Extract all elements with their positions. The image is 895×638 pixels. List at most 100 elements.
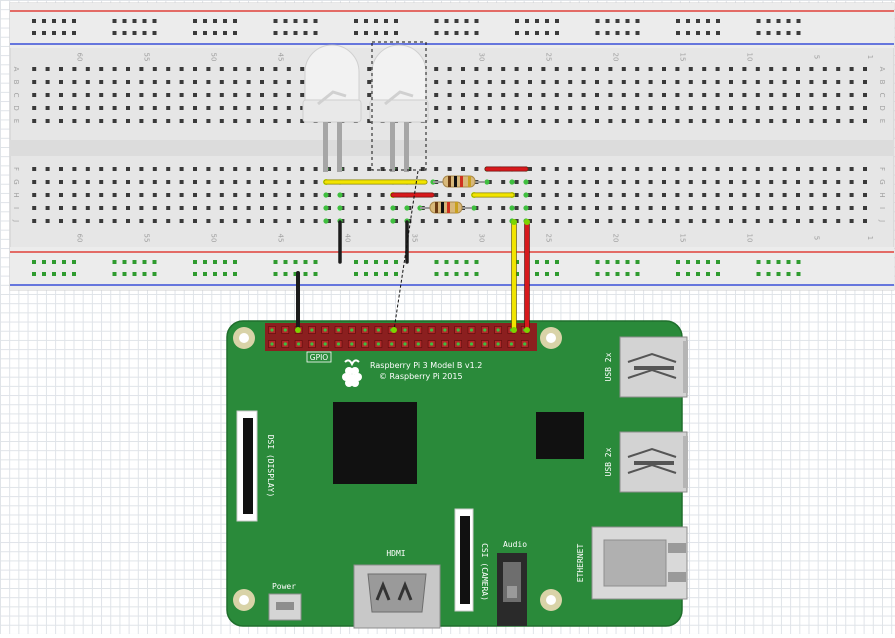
bottom-power-rail bbox=[10, 247, 894, 290]
breadboard-hole bbox=[688, 193, 693, 197]
breadboard-hole bbox=[246, 206, 251, 210]
rail-hole bbox=[223, 260, 227, 264]
breadboard-hole bbox=[286, 106, 291, 110]
breadboard-hole bbox=[313, 219, 318, 223]
rail-hole bbox=[535, 31, 539, 35]
breadboard-hole bbox=[568, 206, 573, 210]
breadboard-hole bbox=[72, 193, 77, 197]
breadboard-hole bbox=[554, 67, 559, 71]
breadboard-hole bbox=[260, 93, 264, 97]
breadboard-hole bbox=[608, 119, 613, 123]
rail-hole bbox=[112, 19, 117, 23]
breadboard-hole bbox=[45, 93, 50, 97]
gpio-pin-dot bbox=[469, 342, 474, 346]
connected-hole bbox=[484, 179, 490, 185]
connected-hole bbox=[523, 205, 529, 211]
breadboard-hole bbox=[487, 219, 492, 223]
rail-hole bbox=[122, 31, 127, 35]
breadboard-hole bbox=[514, 206, 519, 210]
rail-hole bbox=[605, 31, 610, 35]
breadboard-hole bbox=[166, 93, 171, 97]
rail-hole bbox=[303, 260, 308, 264]
breadboard-hole bbox=[152, 93, 157, 97]
rail-hole bbox=[776, 260, 781, 264]
breadboard: 605550454035302520151051 605550454035302… bbox=[9, 2, 895, 291]
connected-hole bbox=[509, 205, 515, 211]
breadboard-hole bbox=[648, 167, 653, 171]
rail-hole bbox=[132, 31, 137, 35]
breadboard-hole bbox=[246, 180, 251, 184]
breadboard-hole bbox=[126, 93, 130, 97]
breadboard-hole bbox=[112, 93, 117, 97]
breadboard-hole bbox=[179, 93, 184, 97]
breadboard-hole bbox=[809, 206, 814, 210]
rail-hole bbox=[696, 19, 700, 23]
breadboard-hole bbox=[528, 106, 532, 110]
rail-hole bbox=[112, 272, 117, 276]
breadboard-hole bbox=[179, 193, 184, 197]
breadboard-hole bbox=[581, 67, 586, 71]
gpio-pin-dot bbox=[416, 342, 420, 346]
rail-hole bbox=[354, 31, 358, 35]
column-number: 60 bbox=[75, 234, 83, 243]
rail-hole bbox=[152, 31, 157, 35]
breadboard-hole bbox=[621, 106, 626, 110]
breadboard-hole bbox=[219, 193, 224, 197]
breadboard-hole bbox=[179, 106, 184, 110]
breadboard-hole bbox=[621, 167, 626, 171]
usb-port-2 bbox=[619, 431, 688, 493]
rail-hole bbox=[213, 260, 217, 264]
gpio-pin-dot bbox=[336, 342, 341, 346]
breadboard-hole bbox=[662, 206, 666, 210]
hdmi-label: HDMI bbox=[386, 549, 405, 558]
breadboard-hole bbox=[487, 80, 492, 84]
breadboard-hole bbox=[688, 219, 693, 223]
rail-hole bbox=[42, 272, 46, 276]
breadboard-hole bbox=[755, 80, 760, 84]
rail-hole bbox=[203, 19, 207, 23]
breadboard-hole bbox=[822, 206, 827, 210]
breadboard-hole bbox=[367, 193, 372, 197]
rail-hole bbox=[384, 272, 388, 276]
breadboard-hole bbox=[99, 206, 104, 210]
breadboard-hole bbox=[300, 193, 305, 197]
gpio-pin-dot bbox=[496, 342, 500, 346]
breadboard-hole bbox=[112, 80, 117, 84]
rail-hole bbox=[756, 260, 761, 264]
breadboard-hole bbox=[688, 106, 693, 110]
rail-hole bbox=[112, 260, 117, 264]
breadboard-hole bbox=[246, 67, 251, 71]
rail-hole bbox=[374, 272, 378, 276]
gpio-pin-dot bbox=[430, 328, 434, 332]
gpio-pin-dot bbox=[270, 342, 274, 346]
rail-hole bbox=[233, 272, 237, 276]
breadboard-hole bbox=[863, 219, 867, 223]
breadboard-hole bbox=[702, 80, 707, 84]
breadboard-hole bbox=[648, 119, 653, 123]
breadboard-hole bbox=[59, 193, 63, 197]
breadboard-hole bbox=[193, 93, 197, 97]
breadboard-hole bbox=[139, 219, 144, 223]
breadboard-hole bbox=[313, 167, 318, 171]
breadboard-hole bbox=[863, 180, 867, 184]
breadboard-hole bbox=[45, 193, 50, 197]
column-number: 45 bbox=[276, 234, 284, 243]
center-channel bbox=[10, 140, 894, 156]
breadboard-hole bbox=[662, 167, 666, 171]
breadboard-hole bbox=[796, 180, 800, 184]
breadboard-hole bbox=[528, 93, 532, 97]
breadboard-hole bbox=[608, 106, 613, 110]
rail-hole bbox=[52, 260, 56, 264]
breadboard-hole bbox=[796, 206, 800, 210]
breadboard-hole bbox=[112, 206, 117, 210]
breadboard-hole bbox=[126, 219, 130, 223]
rail-hole bbox=[605, 260, 610, 264]
breadboard-hole bbox=[273, 80, 278, 84]
gpio-pin-dot bbox=[376, 342, 380, 346]
breadboard-hole bbox=[474, 219, 479, 223]
breadboard-hole bbox=[99, 93, 104, 97]
breadboard-hole bbox=[648, 106, 653, 110]
breadboard-hole bbox=[286, 193, 291, 197]
rail-hole bbox=[152, 272, 157, 276]
rail-hole bbox=[213, 31, 217, 35]
